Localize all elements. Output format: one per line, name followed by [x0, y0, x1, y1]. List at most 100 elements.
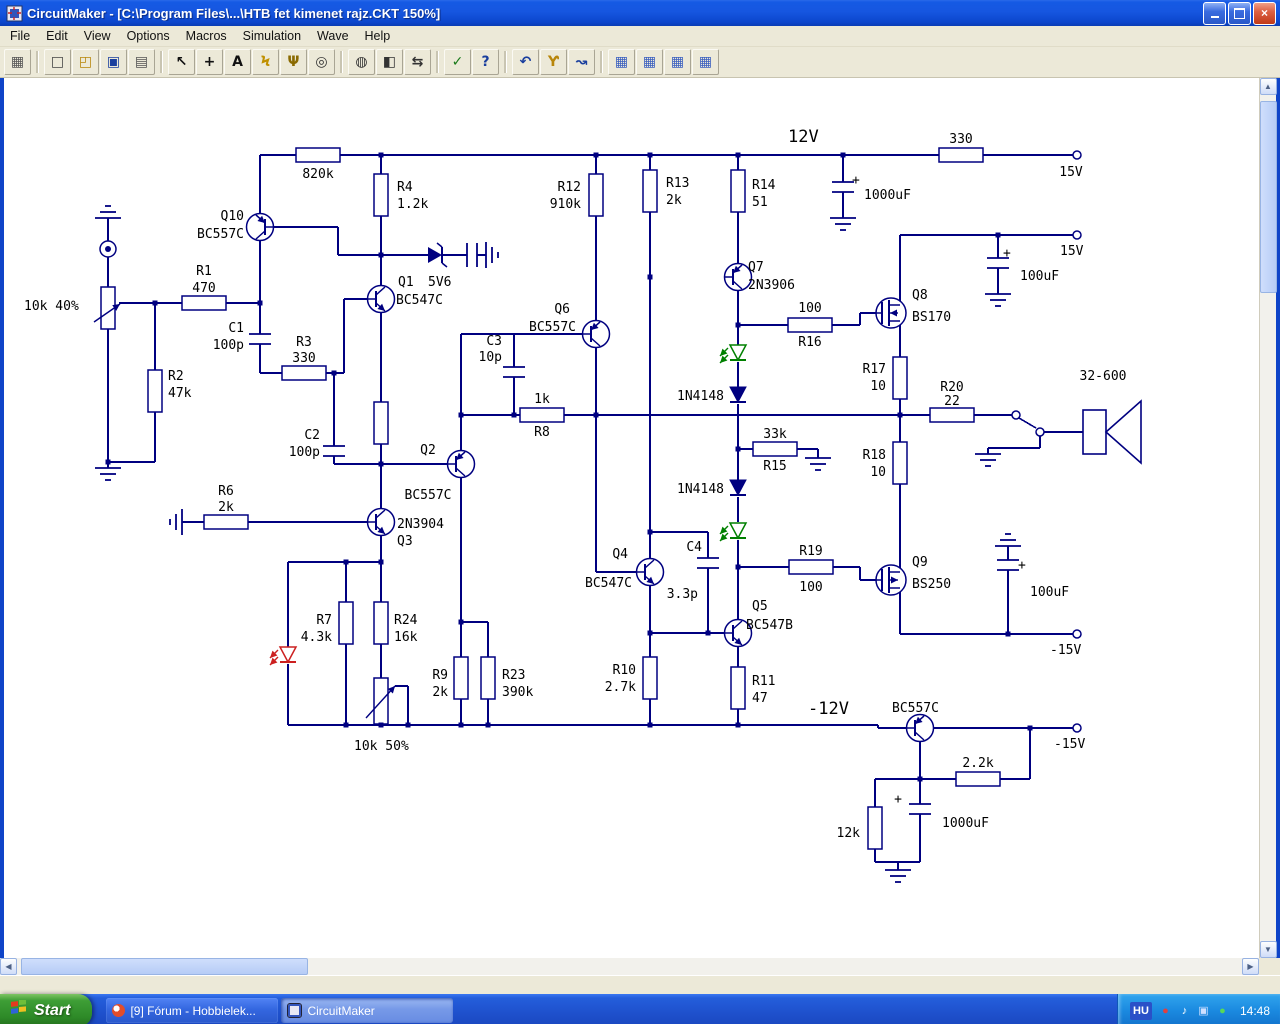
svg-text:Q1: Q1 [398, 275, 414, 290]
svg-text:R13: R13 [666, 176, 689, 191]
svg-text:Q6: Q6 [554, 302, 570, 317]
toolbar-separator [36, 51, 39, 73]
windows-flag-icon [10, 999, 28, 1021]
horizontal-scrollbar[interactable]: ◀ ▶ [0, 958, 1259, 975]
menu-item-edit[interactable]: Edit [38, 27, 76, 45]
minimize-button[interactable] [1203, 1, 1226, 25]
vertical-scrollbar[interactable]: ▲ ▼ [1259, 78, 1277, 958]
scroll-down-button[interactable]: ▼ [1259, 941, 1277, 958]
scroll-up-button[interactable]: ▲ [1259, 78, 1277, 95]
waveform-display-1-icon[interactable]: ▦ [608, 49, 635, 75]
undo-icon[interactable]: ↶ [512, 49, 539, 75]
scope-probe-icon[interactable]: Ƴ [540, 49, 567, 75]
svg-text:10k 40%: 10k 40% [24, 299, 79, 314]
task-button-label: CircuitMaker [307, 1003, 375, 1018]
svg-text:1N4148: 1N4148 [677, 389, 724, 404]
tray-antivirus-icon[interactable]: ● [1158, 1003, 1173, 1018]
maximize-button[interactable] [1228, 1, 1251, 25]
svg-text:R11: R11 [752, 674, 775, 689]
svg-text:470: 470 [192, 281, 215, 296]
zoom-window-icon[interactable]: ◍ [348, 49, 375, 75]
task-button-area: [9] Fórum - Hobbielek... CircuitMaker [106, 994, 1117, 1024]
task-button-2[interactable]: CircuitMaker [281, 998, 454, 1023]
svg-text:R2: R2 [168, 369, 184, 384]
menu-item-simulation[interactable]: Simulation [235, 27, 309, 45]
toolbar-separator [340, 51, 343, 73]
waveform-display-4-icon[interactable]: ▦ [692, 49, 719, 75]
menu-item-wave[interactable]: Wave [309, 27, 357, 45]
tray-volume-icon[interactable]: ♪ [1177, 1003, 1192, 1018]
svg-text:Q4: Q4 [612, 547, 628, 562]
toolbar-separator [436, 51, 439, 73]
tray-agent-icon[interactable]: ● [1215, 1003, 1230, 1018]
waveform-display-2-icon[interactable]: ▦ [636, 49, 663, 75]
task-button-1[interactable]: [9] Fórum - Hobbielek... [106, 998, 279, 1023]
svg-text:100p: 100p [289, 445, 320, 460]
svg-text:BS250: BS250 [912, 577, 951, 592]
system-tray: HU ● ♪ ▣ ● 14:48 [1116, 994, 1280, 1024]
svg-text:12k: 12k [837, 826, 861, 841]
zoom-tool-icon[interactable]: ◎ [308, 49, 335, 75]
svg-text:910k: 910k [550, 197, 581, 212]
horizontal-scrollbar-row: ◀ ▶ [0, 958, 1280, 975]
svg-text:33k: 33k [763, 427, 787, 442]
place-part-tool-icon[interactable]: + [196, 49, 223, 75]
svg-text:R12: R12 [558, 180, 581, 195]
save-file-icon[interactable]: ▣ [100, 49, 127, 75]
start-button[interactable]: Start [0, 994, 93, 1024]
menu-item-view[interactable]: View [76, 27, 119, 45]
menu-item-options[interactable]: Options [119, 27, 178, 45]
svg-text:330: 330 [949, 132, 972, 147]
svg-text:BC557C: BC557C [405, 488, 452, 503]
svg-text:R6: R6 [218, 484, 234, 499]
svg-text:+: + [894, 792, 902, 807]
svg-text:12V: 12V [788, 127, 819, 147]
scroll-left-button[interactable]: ◀ [0, 958, 17, 975]
help-icon[interactable]: ? [472, 49, 499, 75]
print-icon[interactable]: ▤ [128, 49, 155, 75]
menu-item-file[interactable]: File [2, 27, 38, 45]
select-arrow-tool-icon[interactable]: ↖ [168, 49, 195, 75]
svg-text:+: + [1003, 246, 1011, 261]
svg-text:47k: 47k [168, 386, 192, 401]
svg-text:390k: 390k [502, 685, 533, 700]
close-button[interactable]: × [1253, 1, 1276, 25]
svg-text:+: + [1018, 558, 1026, 573]
svg-text:BC557C: BC557C [529, 320, 576, 335]
tray-display-icon[interactable]: ▣ [1196, 1003, 1211, 1018]
toolbar-separator [160, 51, 163, 73]
svg-text:R23: R23 [502, 668, 525, 683]
minimize-icon [1210, 8, 1219, 18]
check-circuit-icon[interactable]: ✓ [444, 49, 471, 75]
scrollbar-corner [1259, 958, 1280, 975]
svg-text:2.2k: 2.2k [962, 756, 993, 771]
open-file-icon[interactable]: ◰ [72, 49, 99, 75]
text-tool-icon[interactable]: A [224, 49, 251, 75]
probe-tool-icon[interactable]: Ψ [280, 49, 307, 75]
svg-text:2k: 2k [218, 500, 234, 515]
toolbar-separator [504, 51, 507, 73]
vertical-scroll-thumb[interactable] [1259, 101, 1277, 293]
svg-text:15V: 15V [1059, 165, 1083, 180]
taskbar: Start [9] Fórum - Hobbielek... CircuitMak… [0, 994, 1280, 1024]
schematic-canvas[interactable]: 12V -12V 330 15V 820k R4 1.2k R12 910k R13 2k R14 51… [4, 78, 1259, 958]
language-indicator[interactable]: HU [1129, 1001, 1152, 1020]
waveform-display-3-icon[interactable]: ▦ [664, 49, 691, 75]
svg-text:R3: R3 [296, 335, 312, 350]
svg-text:1000uF: 1000uF [864, 188, 911, 203]
menu-item-macros[interactable]: Macros [178, 27, 235, 45]
svg-text:R16: R16 [798, 335, 821, 350]
horizontal-scroll-thumb[interactable] [21, 958, 308, 975]
scroll-right-button[interactable]: ▶ [1242, 958, 1259, 975]
pan-view-icon[interactable]: ◧ [376, 49, 403, 75]
svg-text:47: 47 [752, 691, 768, 706]
svg-text:100p: 100p [213, 338, 244, 353]
split-view-icon[interactable]: ⇆ [404, 49, 431, 75]
new-file-icon[interactable]: □ [44, 49, 71, 75]
svg-text:C1: C1 [228, 321, 244, 336]
part-bin-icon[interactable]: ▦ [4, 49, 31, 75]
svg-text:1.2k: 1.2k [397, 197, 428, 212]
run-simulation-icon[interactable]: ↝ [568, 49, 595, 75]
wire-tool-icon[interactable]: Ϟ [252, 49, 279, 75]
menu-item-help[interactable]: Help [357, 27, 399, 45]
